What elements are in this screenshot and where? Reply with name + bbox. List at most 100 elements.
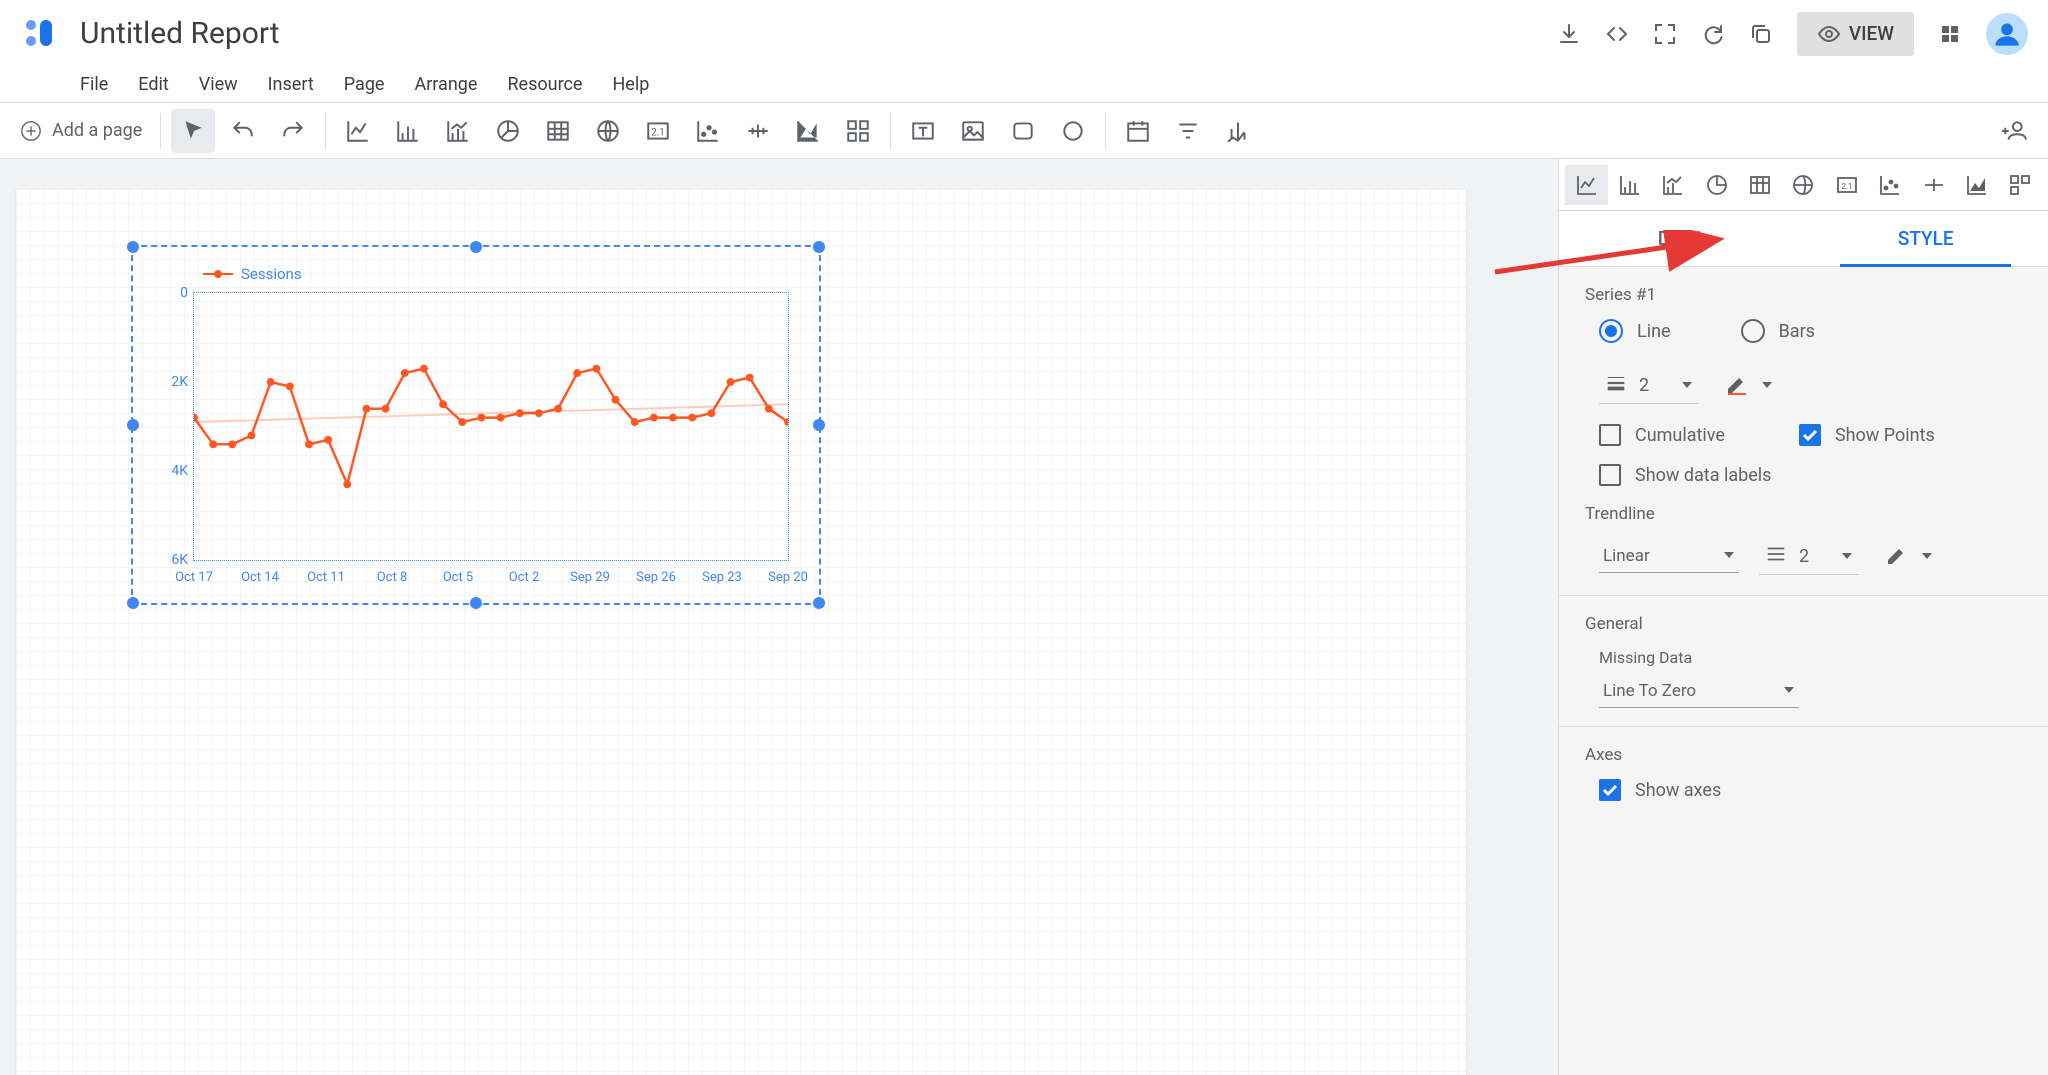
scorecard-icon[interactable]: 2.1 (636, 109, 680, 153)
area-chart-icon[interactable] (786, 109, 830, 153)
series-type-line-radio[interactable]: Line (1599, 319, 1671, 343)
panel-table-chart-icon[interactable] (1738, 165, 1781, 205)
panel-line-chart-icon[interactable] (1565, 165, 1608, 205)
chevron-down-icon (1723, 546, 1735, 566)
bar-chart-icon[interactable] (386, 109, 430, 153)
chevron-down-icon (1783, 681, 1795, 701)
code-icon[interactable] (1605, 22, 1629, 46)
chart-body: Sessions 02K4K6KOct 17Oct 14Oct 11Oct 8O… (133, 247, 819, 603)
refresh-icon[interactable] (1701, 22, 1725, 46)
view-button[interactable]: VIEW (1797, 12, 1914, 56)
panel-area-chart-icon[interactable] (1955, 165, 1998, 205)
trendline-weight-dropdown[interactable]: 2 (1759, 539, 1859, 575)
show-data-labels-checkbox[interactable]: Show data labels (1585, 464, 2022, 486)
trendline-color-picker[interactable] (1879, 538, 1939, 575)
chart-legend: Sessions (203, 265, 799, 283)
app-header: Untitled Report VIEW (0, 0, 2048, 67)
menu-view[interactable]: View (199, 74, 238, 95)
view-button-label: VIEW (1849, 22, 1894, 45)
panel-tabs: DATA STYLE (1559, 211, 2048, 267)
trendline-type-dropdown[interactable]: Linear (1599, 540, 1739, 573)
image-icon[interactable] (951, 109, 995, 153)
download-icon[interactable] (1557, 22, 1581, 46)
user-avatar[interactable] (1986, 13, 2028, 55)
panel-pivot-chart-icon[interactable] (1999, 165, 2042, 205)
main: Sessions 02K4K6KOct 17Oct 14Oct 11Oct 8O… (0, 159, 2048, 1075)
bullet-chart-icon[interactable] (736, 109, 780, 153)
circle-shape-icon[interactable] (1051, 109, 1095, 153)
axes-section-label: Axes (1585, 745, 2022, 765)
add-page-label: Add a page (52, 120, 142, 141)
report-canvas[interactable]: Sessions 02K4K6KOct 17Oct 14Oct 11Oct 8O… (16, 189, 1466, 1075)
grid-menu-icon[interactable] (1938, 22, 1962, 46)
menu-arrange[interactable]: Arrange (414, 74, 477, 95)
filter-control-icon[interactable] (1166, 109, 1210, 153)
geo-chart-icon[interactable] (586, 109, 630, 153)
canvas-area[interactable]: Sessions 02K4K6KOct 17Oct 14Oct 11Oct 8O… (0, 159, 1558, 1075)
missing-data-dropdown[interactable]: Line To Zero (1599, 675, 1799, 708)
add-people-icon[interactable] (1992, 109, 2036, 153)
line-weight-icon (1605, 372, 1627, 399)
tab-style[interactable]: STYLE (1804, 211, 2048, 266)
panel-geo-chart-icon[interactable] (1782, 165, 1825, 205)
show-points-checkbox[interactable]: Show Points (1785, 424, 1935, 446)
app-logo-icon (20, 14, 60, 54)
menu-page[interactable]: Page (344, 74, 385, 95)
combo-chart-icon[interactable] (436, 109, 480, 153)
cumulative-checkbox[interactable]: Cumulative (1585, 424, 1725, 446)
line-weight-dropdown[interactable]: 2 (1599, 368, 1699, 404)
series-type-bars-radio[interactable]: Bars (1741, 319, 1815, 343)
legend-label: Sessions (241, 265, 302, 283)
menu-insert[interactable]: Insert (268, 74, 314, 95)
scatter-chart-icon[interactable] (686, 109, 730, 153)
chevron-down-icon (1921, 546, 1933, 567)
legend-swatch-icon (203, 273, 233, 275)
chart-type-picker: 2.1 (1559, 159, 2048, 211)
tab-data[interactable]: DATA (1559, 211, 1804, 266)
svg-text:2.1: 2.1 (1841, 182, 1852, 191)
date-range-icon[interactable] (1116, 109, 1160, 153)
pencil-icon (1885, 542, 1909, 571)
panel-body: Series #1 Line Bars 2 Cumulative Show Po… (1559, 267, 2048, 837)
table-chart-icon[interactable] (536, 109, 580, 153)
chevron-down-icon (1841, 546, 1853, 567)
select-tool-icon[interactable] (171, 109, 215, 153)
chart-svg (194, 293, 788, 560)
menubar: File Edit View Insert Page Arrange Resou… (0, 67, 2048, 103)
add-page-button[interactable]: Add a page (12, 120, 150, 142)
data-control-icon[interactable] (1216, 109, 1260, 153)
show-axes-checkbox[interactable]: Show axes (1585, 779, 2022, 801)
text-box-icon[interactable] (901, 109, 945, 153)
selected-chart[interactable]: Sessions 02K4K6KOct 17Oct 14Oct 11Oct 8O… (131, 245, 821, 605)
missing-data-label: Missing Data (1585, 648, 2022, 667)
fullscreen-icon[interactable] (1653, 22, 1677, 46)
chart-plot-area: 02K4K6KOct 17Oct 14Oct 11Oct 8Oct 5Oct 2… (193, 292, 789, 561)
copy-icon[interactable] (1749, 22, 1773, 46)
menu-file[interactable]: File (80, 74, 108, 95)
panel-scatter-chart-icon[interactable] (1869, 165, 1912, 205)
panel-bar-chart-icon[interactable] (1608, 165, 1651, 205)
menu-edit[interactable]: Edit (138, 74, 168, 95)
series-color-picker[interactable] (1719, 367, 1779, 404)
pivot-chart-icon[interactable] (836, 109, 880, 153)
toolbar: Add a page 2.1 (0, 103, 2048, 159)
pie-chart-icon[interactable] (486, 109, 530, 153)
pencil-icon (1725, 371, 1749, 400)
report-title[interactable]: Untitled Report (80, 16, 280, 51)
menu-help[interactable]: Help (612, 74, 649, 95)
undo-icon[interactable] (221, 109, 265, 153)
line-chart-icon[interactable] (336, 109, 380, 153)
panel-combo-chart-icon[interactable] (1652, 165, 1695, 205)
trendline-section-label: Trendline (1585, 504, 2022, 524)
menu-resource[interactable]: Resource (507, 74, 582, 95)
redo-icon[interactable] (271, 109, 315, 153)
panel-bullet-chart-icon[interactable] (1912, 165, 1955, 205)
svg-text:2.1: 2.1 (652, 127, 666, 138)
rectangle-shape-icon[interactable] (1001, 109, 1045, 153)
series-section-label: Series #1 (1585, 285, 2022, 305)
general-section-label: General (1585, 614, 2022, 634)
chevron-down-icon (1681, 375, 1693, 396)
panel-pie-chart-icon[interactable] (1695, 165, 1738, 205)
panel-scorecard-icon[interactable]: 2.1 (1825, 165, 1868, 205)
properties-panel: 2.1 DATA STYLE Series #1 Line Bars 2 (1558, 159, 2048, 1075)
